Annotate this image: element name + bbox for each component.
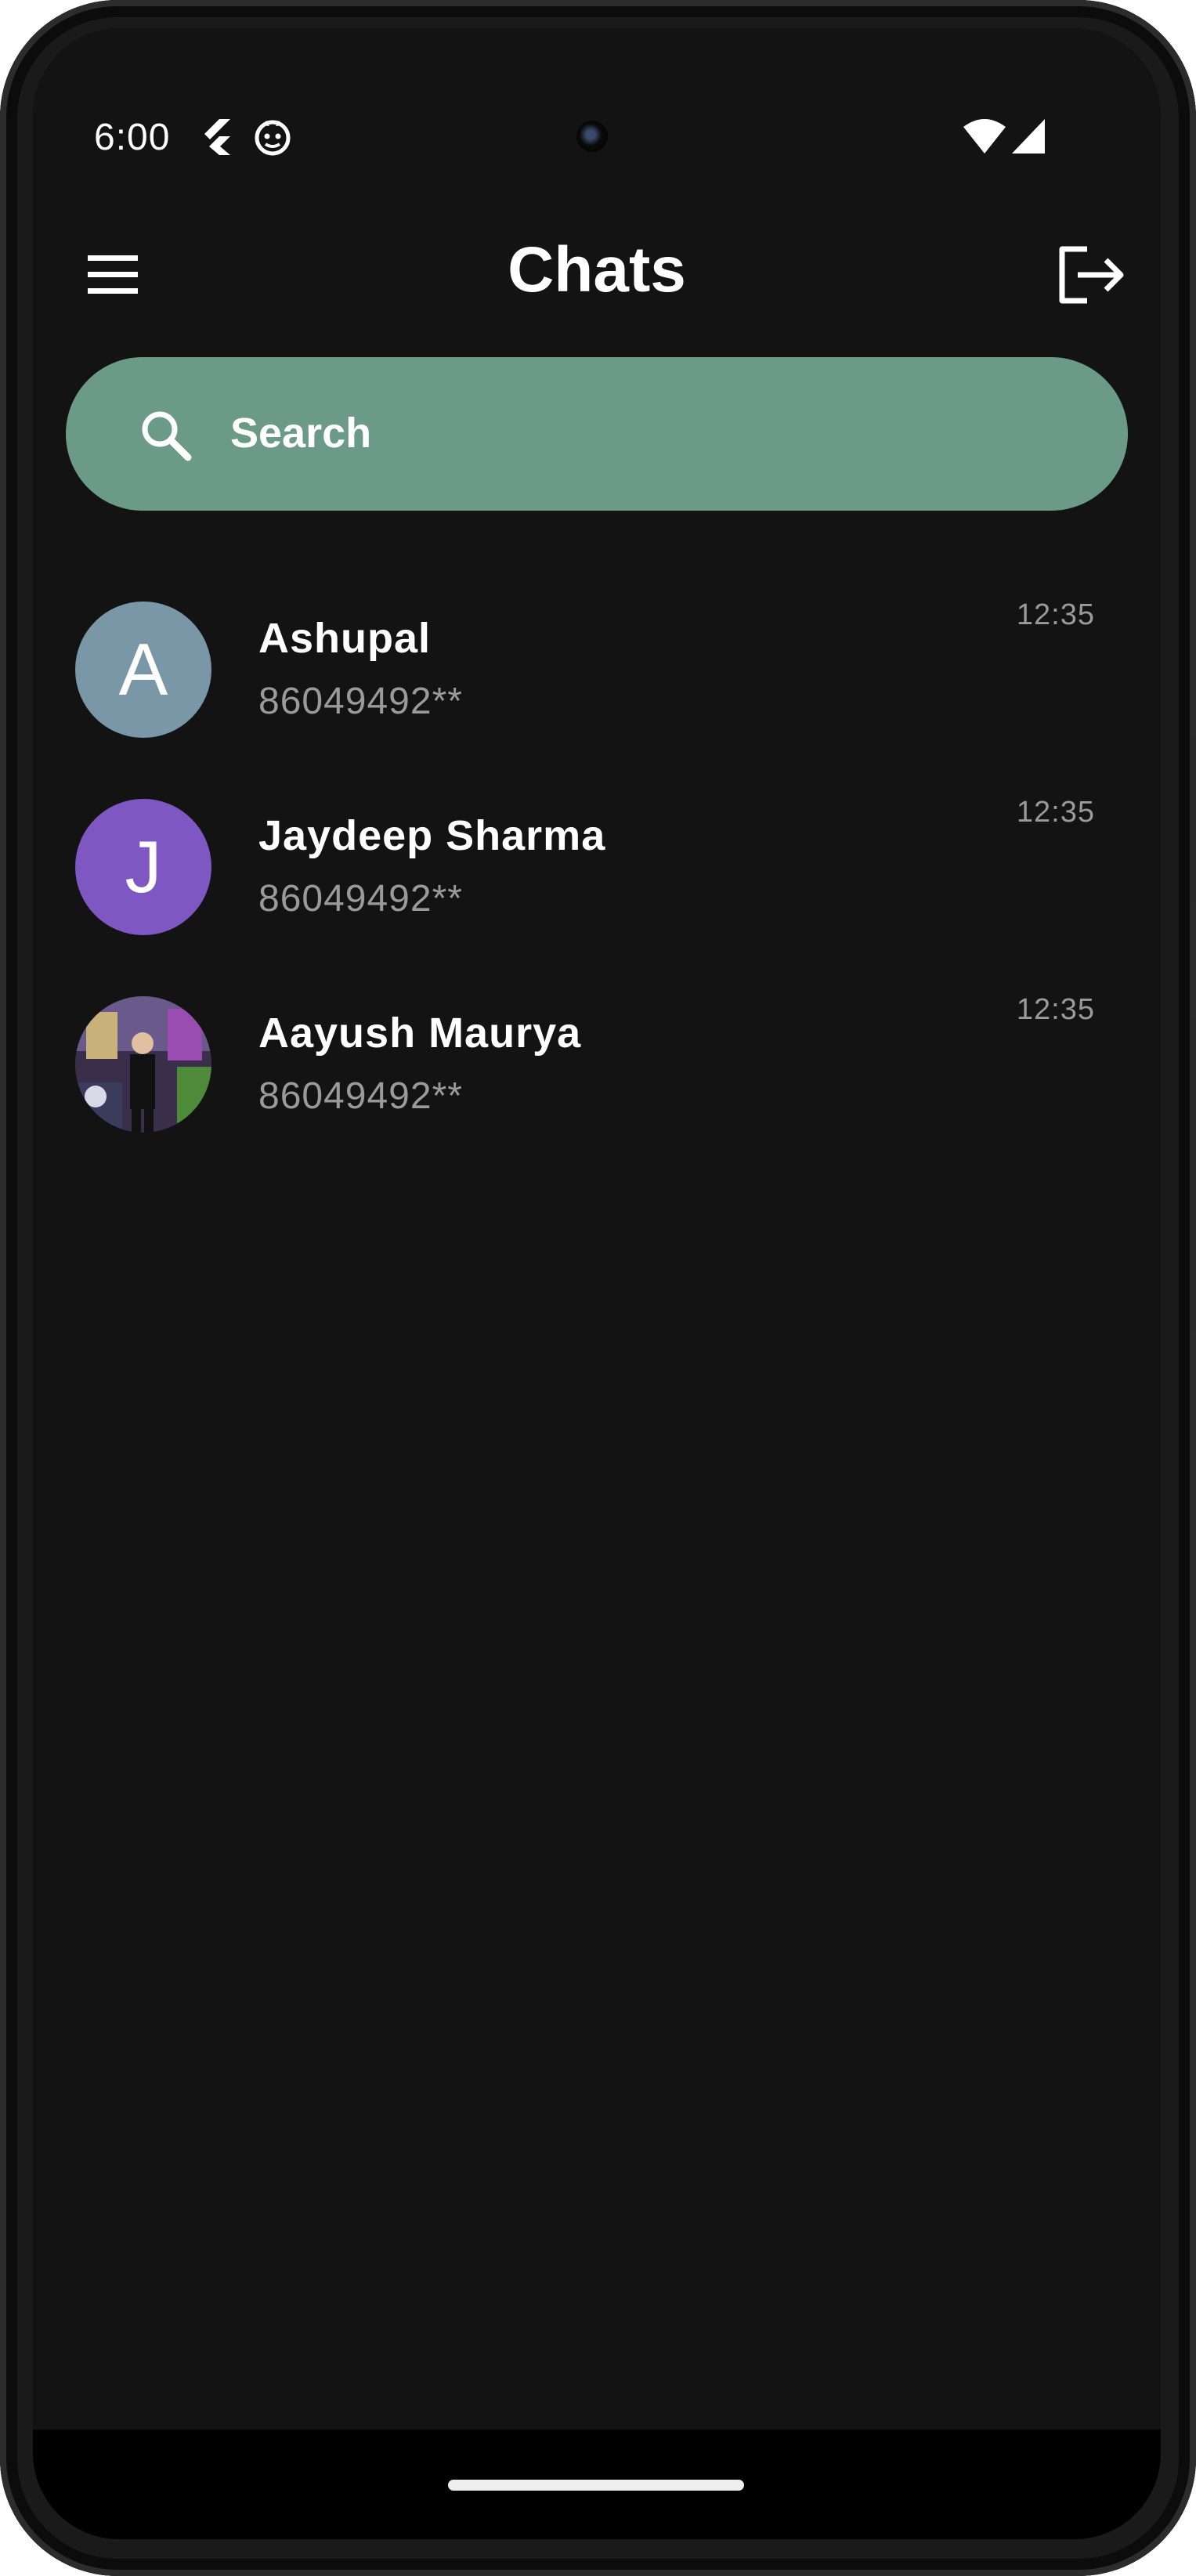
chat-item-jaydeep-sharma[interactable]: J Jaydeep Sharma 86049492** 12:35 — [33, 766, 1161, 963]
logout-icon[interactable] — [1051, 240, 1129, 310]
status-bar: 6:00 — [33, 28, 1161, 201]
chat-name: Aayush Maurya — [258, 1010, 582, 1057]
avatar-photo — [75, 996, 211, 1133]
wifi-icon — [963, 119, 1006, 154]
chat-item-aayush-maurya[interactable]: Aayush Maurya 86049492** 12:35 — [33, 963, 1161, 1161]
chat-phone: 86049492** — [258, 681, 463, 722]
chat-name: Jaydeep Sharma — [258, 812, 606, 859]
power-button — [1190, 736, 1196, 901]
app-screen: 6:00 Chats Search A Ashupal 86049492** 1… — [33, 28, 1161, 2539]
search-bar[interactable]: Search — [66, 357, 1128, 511]
avatar: A — [75, 602, 211, 738]
chat-name: Ashupal — [258, 615, 432, 662]
status-time: 6:00 — [94, 117, 171, 158]
chat-time: 12:35 — [1016, 598, 1095, 631]
page-title: Chats — [508, 234, 686, 305]
volume-button — [1190, 1018, 1196, 1331]
flutter-icon — [204, 119, 230, 155]
system-nav-bar — [33, 2430, 1161, 2539]
chat-time: 12:35 — [1016, 993, 1095, 1026]
phone-frame: 6:00 Chats Search A Ashupal 86049492** 1… — [0, 0, 1196, 2576]
home-indicator[interactable] — [448, 2480, 744, 2491]
chat-item-ashupal[interactable]: A Ashupal 86049492** 12:35 — [33, 569, 1161, 766]
signal-icon — [1012, 119, 1045, 154]
chat-time: 12:35 — [1016, 796, 1095, 829]
avatar: J — [75, 799, 211, 935]
profile-photo-icon — [75, 996, 211, 1133]
chat-phone: 86049492** — [258, 1075, 463, 1117]
chat-phone: 86049492** — [258, 878, 463, 919]
front-camera — [576, 121, 608, 152]
search-icon — [142, 411, 192, 461]
debug-icon — [255, 120, 291, 156]
search-input[interactable]: Search — [230, 409, 371, 457]
